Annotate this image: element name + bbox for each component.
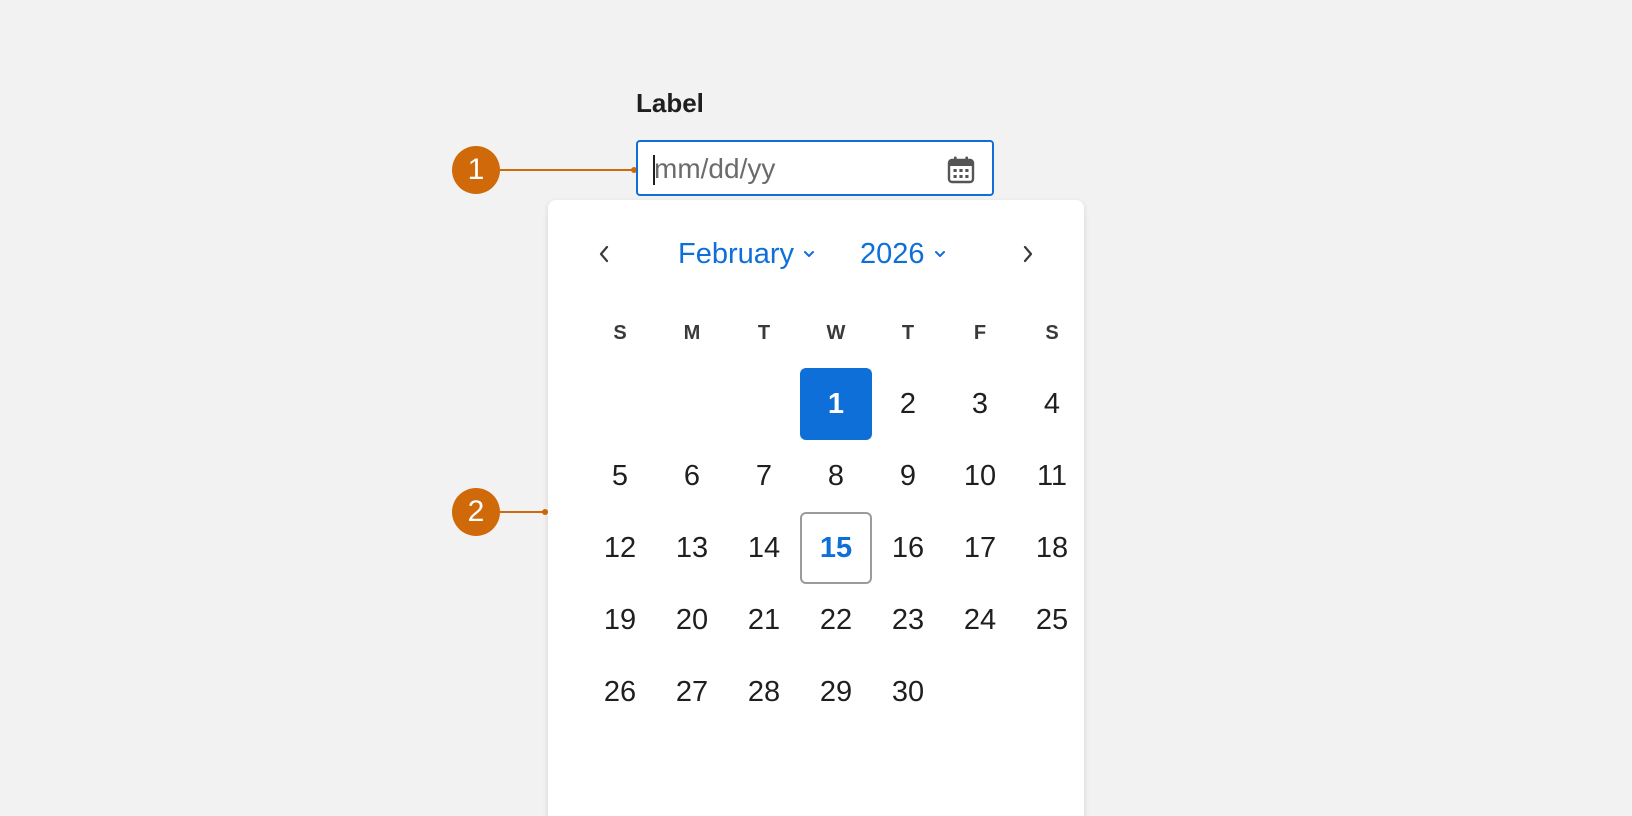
annotation-number: 2	[467, 495, 485, 528]
field-label: Label	[636, 88, 704, 118]
chevron-down-icon	[934, 251, 945, 257]
day-cell[interactable]: 16	[872, 512, 944, 584]
day-cell[interactable]: 8	[800, 440, 872, 512]
weekday-label: S	[613, 322, 627, 344]
weekday-label: T	[901, 322, 915, 344]
day-cell[interactable]: 27	[656, 656, 728, 728]
day-cell[interactable]: 26	[584, 656, 656, 728]
day-cell[interactable]: 25	[1016, 584, 1088, 656]
weekday-label: S	[1045, 322, 1059, 344]
day-cell[interactable]: 6	[656, 440, 728, 512]
day-cell[interactable]: 17	[944, 512, 1016, 584]
day-cell[interactable]: 4	[1016, 368, 1088, 440]
year-select-value: 2026	[860, 237, 925, 270]
month-select-value: February	[678, 237, 795, 270]
day-cell-selected[interactable]: 1	[800, 368, 872, 440]
day-cell[interactable]: 23	[872, 584, 944, 656]
day-cell[interactable]: 5	[584, 440, 656, 512]
day-cell[interactable]: 13	[656, 512, 728, 584]
date-input-placeholder: mm/dd/yy	[654, 153, 776, 184]
previous-month-button[interactable]	[586, 236, 622, 272]
weekday-label: M	[683, 322, 701, 344]
day-cell[interactable]: 18	[1016, 512, 1088, 584]
day-cell[interactable]: 19	[584, 584, 656, 656]
date-input[interactable]: mm/dd/yy	[636, 140, 994, 196]
day-cell[interactable]: 2	[872, 368, 944, 440]
day-cell[interactable]: 21	[728, 584, 800, 656]
day-cell[interactable]: 22	[800, 584, 872, 656]
calendar-icon[interactable]	[946, 155, 976, 185]
chevron-left-icon	[599, 245, 609, 263]
chevron-right-icon	[1023, 245, 1033, 263]
month-select[interactable]: February	[678, 236, 816, 272]
annotation-number: 1	[467, 153, 485, 186]
day-cell[interactable]: 24	[944, 584, 1016, 656]
day-cell[interactable]: 20	[656, 584, 728, 656]
day-cell[interactable]: 11	[1016, 440, 1088, 512]
chevron-down-icon	[804, 251, 815, 257]
day-cell[interactable]: 12	[584, 512, 656, 584]
annotation-connector-2	[500, 511, 546, 513]
year-select[interactable]: 2026	[860, 236, 947, 272]
weekday-label: T	[757, 322, 771, 344]
stage: 1 2 Label mm/dd/yy February 2026 S M T W…	[0, 0, 1632, 816]
day-cell[interactable]: 29	[800, 656, 872, 728]
day-cell[interactable]: 14	[728, 512, 800, 584]
annotation-marker-2: 2	[452, 488, 500, 536]
calendar-popup: February 2026 SMTWTFS 1 2 3 4 5 6 7 8 9 10 11 12 13 1…	[548, 200, 1084, 816]
annotation-marker-1: 1	[452, 146, 500, 194]
weekday-label: F	[973, 322, 987, 344]
next-month-button[interactable]	[1010, 236, 1046, 272]
day-cell[interactable]: 3	[944, 368, 1016, 440]
day-cell-today[interactable]: 15	[800, 512, 872, 584]
day-cell[interactable]: 7	[728, 440, 800, 512]
day-cell[interactable]: 28	[728, 656, 800, 728]
day-cell[interactable]: 9	[872, 440, 944, 512]
day-cell[interactable]: 30	[872, 656, 944, 728]
weekday-label: W	[826, 322, 846, 344]
day-cell[interactable]: 10	[944, 440, 1016, 512]
annotation-connector-1	[500, 169, 634, 171]
